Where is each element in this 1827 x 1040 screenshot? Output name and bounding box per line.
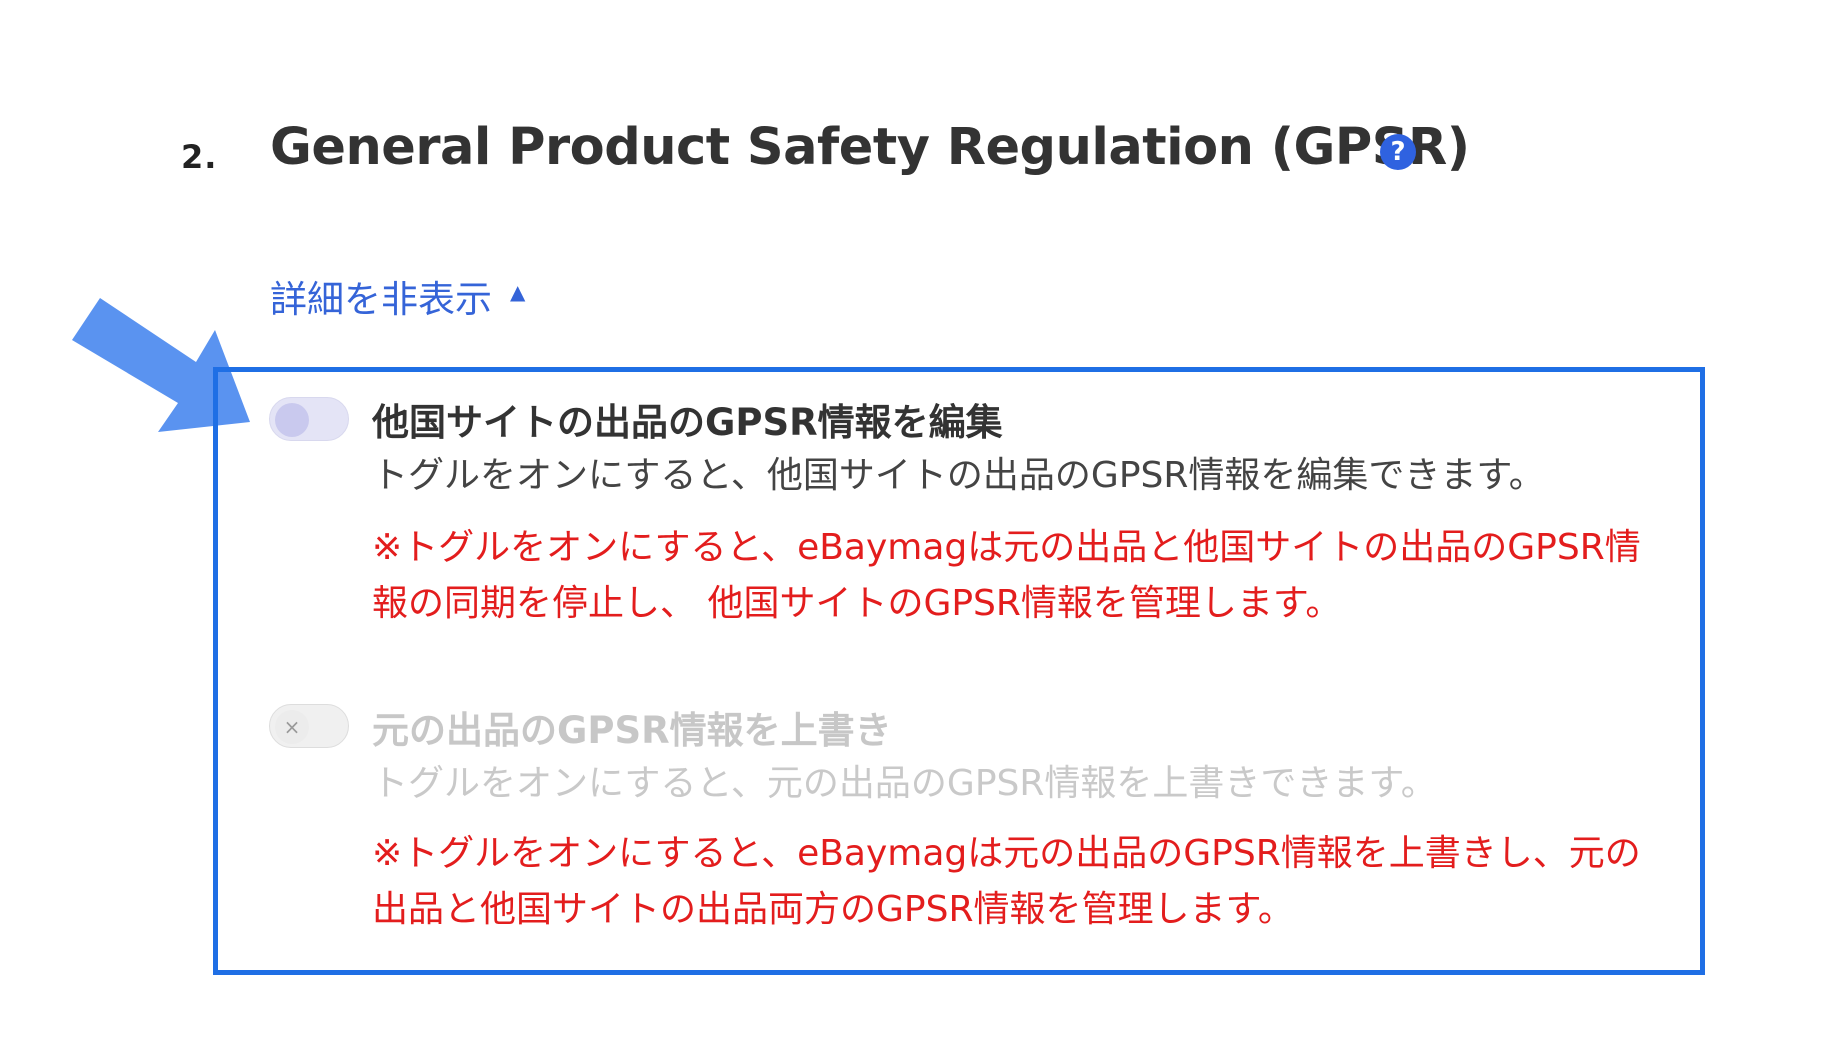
overwrite-original-gpsr-description: トグルをオンにすると、元の出品のGPSR情報を上書きできます。	[372, 763, 1437, 804]
hide-details-link[interactable]: 詳細を非表示 ▲	[270, 269, 525, 323]
section-title: General Product Safety Regulation (GPSR)	[270, 118, 1470, 177]
hide-details-label: 詳細を非表示	[270, 278, 492, 321]
edit-other-sites-gpsr-title: 他国サイトの出品のGPSR情報を編集	[372, 401, 1003, 444]
overwrite-original-gpsr-title: 元の出品のGPSR情報を上書き	[372, 709, 892, 752]
close-icon: ×	[275, 710, 309, 744]
question-circle-icon[interactable]: ?	[1380, 134, 1416, 170]
caret-up-icon: ▲	[510, 280, 526, 304]
edit-other-sites-gpsr-description: トグルをオンにすると、他国サイトの出品のGPSR情報を編集できます。	[372, 455, 1545, 496]
toggle-knob	[275, 403, 309, 437]
section-number: 2.	[181, 138, 218, 176]
overwrite-original-gpsr-toggle: ×	[269, 704, 349, 748]
edit-other-sites-gpsr-toggle[interactable]	[269, 397, 349, 441]
edit-other-sites-gpsr-warning: ※トグルをオンにすると、eBaymagは元の出品と他国サイトの出品のGPSR情報…	[372, 527, 1641, 624]
overwrite-original-gpsr-warning: ※トグルをオンにすると、eBaymagは元の出品のGPSR情報を上書きし、元の出…	[372, 833, 1641, 930]
